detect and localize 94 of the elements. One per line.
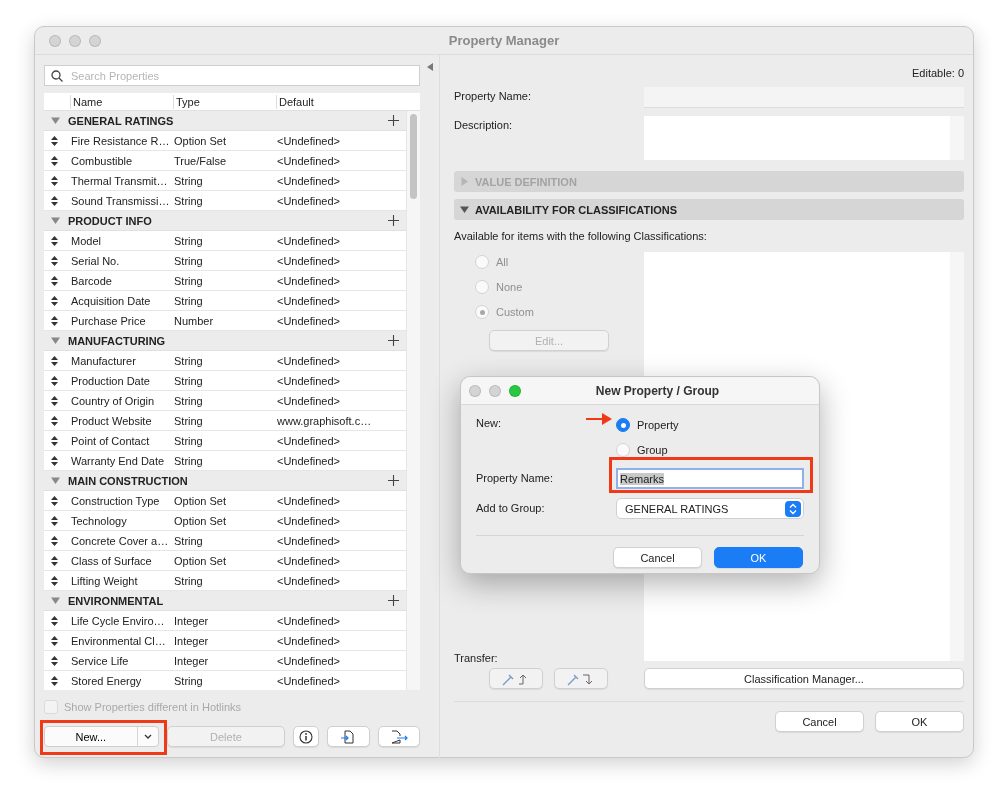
table-cell-text: Point of Contact [70,434,151,447]
table-cell-text: Lifting Weight [70,574,139,587]
table-cell-text: <Undefined> [276,494,341,507]
table-cell-text: <Undefined> [276,514,341,527]
table-cell-text: String [173,414,204,427]
table-cell-text: Stored Energy [70,674,143,687]
table-cell-text: <Undefined> [276,274,341,287]
table-cell-text: Barcode [70,274,113,287]
table-cell-text: <Undefined> [276,454,341,467]
table-cell-text: Product Website [70,414,153,427]
table-cell-text: String [173,274,204,287]
dialog-title: New Property / Group [594,383,721,398]
table-cell-text: Integer [173,634,210,647]
group-name: GENERAL RATINGS [68,114,175,127]
table-cell-text: String [173,294,204,307]
section-title: AVAILABILITY FOR CLASSIFICATIONS [475,203,678,216]
table-cell-text: String [173,674,204,687]
table-cell-text: <Undefined> [276,194,341,207]
table-cell-text: Serial No. [70,254,121,267]
table-cell-text: <Undefined> [276,314,341,327]
table-cell-text: String [173,234,204,247]
table-cell-text: <Undefined> [276,634,341,647]
table-cell-text: String [173,454,204,467]
table-cell-text: <Undefined> [276,174,341,187]
table-cell-text: String [173,254,204,267]
table-cell-text: <Undefined> [276,674,341,687]
table-cell-text: Model [70,234,102,247]
table-cell-text: String [173,374,204,387]
table-cell-text: <Undefined> [276,574,341,587]
table-cell-text: String [173,574,204,587]
table-cell-text: <Undefined> [276,354,341,367]
table-cell-text: Acquisition Date [70,294,152,307]
table-cell-text: Production Date [70,374,151,387]
editable-count: Editable: 0 [912,67,964,79]
group-name: MAIN CONSTRUCTION [68,474,189,487]
availability-text: Available for items with the following Classifications: [454,230,708,242]
table-cell-text: Class of Surface [70,554,153,567]
table-cell-text: Integer [173,654,210,667]
table-cell-text: String [173,194,204,207]
table-cell-text: Option Set [173,514,227,527]
table-cell-text: Life Cycle Enviro… [70,614,166,627]
group-name: PRODUCT INFO [68,214,153,227]
field-label: Add to Group: [476,501,545,516]
table-cell-text: Sound Transmissi… [70,194,171,207]
table-cell-text: Combustible [70,154,134,167]
table-cell-text: Option Set [173,494,227,507]
table-cell-text: Concrete Cover a… [70,534,170,547]
table-cell-text: Option Set [173,134,227,147]
table-cell-text: <Undefined> [276,294,341,307]
table-cell-text: Service Life [70,654,130,667]
table-cell-text: Environmental Cl… [70,634,167,647]
table-cell-text: <Undefined> [276,134,341,147]
table-cell-text: String [173,354,204,367]
table-cell-text: <Undefined> [276,234,341,247]
radio-label: Custom [496,306,534,318]
table-cell-text: Manufacturer [70,354,137,367]
table-cell-text: String [173,174,204,187]
table-cell-text: Technology [70,514,128,527]
table-cell-text: Number [173,314,215,327]
table-cell-text: www.graphisoft.c… [276,414,373,427]
field-label: Description: [454,118,514,133]
radio-label: Property [637,419,679,431]
table-cell-text: String [173,394,204,407]
table-cell-text: String [173,434,204,447]
group-name: MANUFACTURING [68,334,167,347]
radio-label: None [496,281,523,293]
table-cell-text: <Undefined> [276,534,341,547]
table-cell-text: String [173,534,204,547]
table-cell-text: True/False [173,154,228,167]
radio-label: All [496,256,509,268]
table-cell-text: Country of Origin [70,394,156,407]
radio-label: Group [637,444,668,456]
field-label: Property Name: [454,89,533,104]
table-cell-text: <Undefined> [276,374,341,387]
table-cell-text: <Undefined> [276,614,341,627]
table-cell-text: <Undefined> [276,154,341,167]
table-cell-text: <Undefined> [276,434,341,447]
table-cell-text: <Undefined> [276,394,341,407]
window-title: Property Manager [447,33,561,48]
table-cell-text: Integer [173,614,210,627]
table-cell-text: Option Set [173,554,227,567]
table-cell-text: <Undefined> [276,254,341,267]
table-cell-text: Construction Type [70,494,161,507]
checkbox-label: Show Properties different in Hotlinks [64,701,242,713]
table-cell-text: Warranty End Date [70,454,166,467]
transfer-label: Transfer: [454,651,499,664]
field-label: Property Name: [476,471,554,486]
field-label: New: [476,416,502,431]
group-name: ENVIRONMENTAL [68,594,165,607]
table-cell-text: <Undefined> [276,654,341,667]
table-cell-text: Purchase Price [70,314,147,327]
table-cell-text: Thermal Transmit… [70,174,169,187]
table-cell-text: Fire Resistance R… [70,134,171,147]
table-cell-text: <Undefined> [276,554,341,567]
